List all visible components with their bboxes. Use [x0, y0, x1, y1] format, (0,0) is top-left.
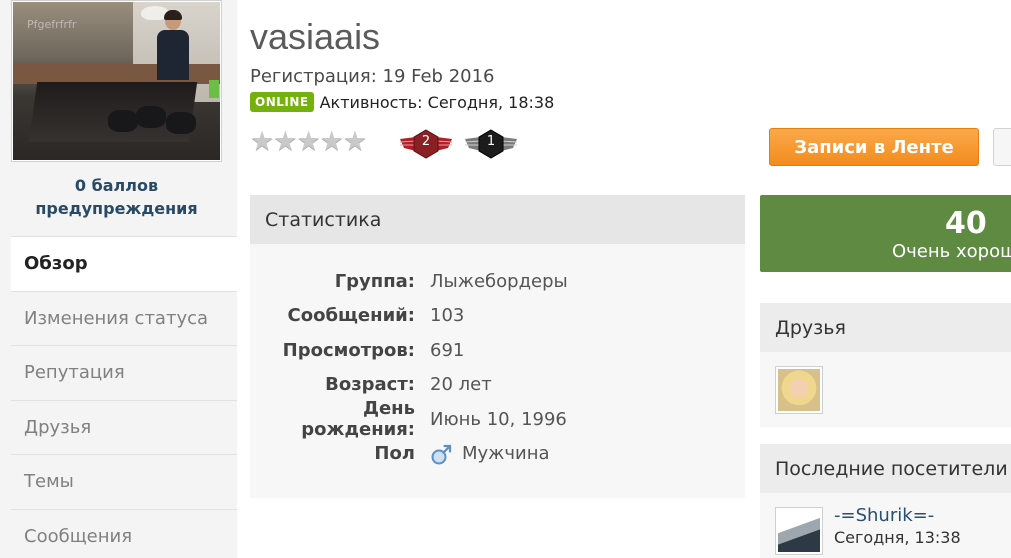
stat-row-age: Возраст: 20 лет [250, 368, 745, 403]
stat-label: Сообщений: [287, 305, 415, 327]
online-status: ONLINE Активность: Сегодня, 18:38 [250, 92, 554, 112]
nav-item-status-updates[interactable]: Изменения статуса [11, 290, 237, 345]
rank-badge-number: 1 [486, 134, 496, 149]
reputation-score: 40 Очень хорошая [760, 195, 1011, 272]
stat-label: Пол [374, 443, 415, 465]
reputation-number: 40 [945, 206, 987, 241]
stat-value: 103 [430, 305, 465, 327]
stat-value: 691 [430, 339, 465, 361]
profile-nav: Обзор Изменения статуса Репутация Друзья… [11, 236, 237, 558]
stat-value: Июнь 10, 1996 [430, 408, 567, 430]
feed-posts-button[interactable]: Записи в Ленте [769, 128, 979, 166]
stat-label: Группа: [334, 270, 415, 292]
registration-date: Регистрация: 19 Feb 2016 [250, 66, 495, 87]
nav-item-overview[interactable]: Обзор [11, 236, 237, 291]
nav-item-friends[interactable]: Друзья [11, 399, 237, 454]
avatar-image: Pfgefrfrfr [13, 2, 220, 160]
stat-row-views: Просмотров: 691 [250, 333, 745, 368]
friends-list [760, 352, 1011, 427]
star-icon[interactable]: ★ [250, 128, 274, 156]
stats-title: Статистика [250, 195, 745, 244]
friends-title: Друзья [760, 303, 1011, 352]
stat-value: Лыжебордеры [430, 270, 568, 292]
nav-item-topics[interactable]: Темы [11, 454, 237, 509]
star-icon[interactable]: ★ [343, 128, 367, 156]
rank-badge-black: 1 [463, 128, 519, 160]
online-badge: ONLINE [250, 92, 314, 112]
star-icon[interactable]: ★ [273, 128, 297, 156]
stat-row-group: Группа: Лыжебордеры [250, 264, 745, 299]
star-icon[interactable]: ★ [296, 128, 320, 156]
stat-row-birthday: День рождения: Июнь 10, 1996 [250, 398, 745, 440]
stat-label: День рождения: [301, 398, 415, 441]
stats-panel: Статистика Группа: Лыжебордеры Сообщений… [250, 195, 745, 498]
male-icon [431, 444, 452, 465]
stat-row-posts: Сообщений: 103 [250, 299, 745, 334]
rating-stars[interactable]: ★ ★ ★ ★ ★ [250, 128, 367, 156]
visitor-avatar[interactable] [775, 507, 823, 555]
nav-item-posts[interactable]: Сообщения [11, 508, 237, 558]
visitors-list: -=Shurik=- Сегодня, 13:38 [760, 493, 1011, 558]
stat-value: 20 лет [430, 374, 492, 396]
avatar-watermark: Pfgefrfrfr [27, 18, 77, 31]
stat-value: Мужчина [462, 443, 550, 465]
visitor-name-link[interactable]: -=Shurik=- [834, 505, 934, 526]
rank-badge-red: 2 [398, 128, 454, 160]
stat-label: Просмотров: [282, 339, 415, 361]
nav-item-reputation[interactable]: Репутация [11, 345, 237, 400]
stat-label: Возраст: [325, 374, 415, 396]
friend-avatar[interactable] [775, 366, 823, 414]
profile-username: vasiaais [250, 16, 381, 57]
warning-points[interactable]: 0 баллов предупреждения [11, 174, 222, 220]
reputation-label: Очень хорошая [892, 241, 1011, 262]
last-activity: Активность: Сегодня, 18:38 [319, 92, 555, 112]
more-actions-button[interactable] [993, 128, 1011, 166]
stat-row-gender: Пол Мужчина [250, 437, 745, 472]
star-icon[interactable]: ★ [320, 128, 344, 156]
profile-avatar[interactable]: Pfgefrfrfr [11, 0, 222, 162]
profile-sidebar: Pfgefrfrfr 0 баллов предупреждения Обзор… [0, 0, 237, 558]
visitors-title: Последние посетители [760, 444, 1011, 493]
rank-badge-number: 2 [421, 134, 431, 149]
visitor-time: Сегодня, 13:38 [834, 528, 961, 547]
